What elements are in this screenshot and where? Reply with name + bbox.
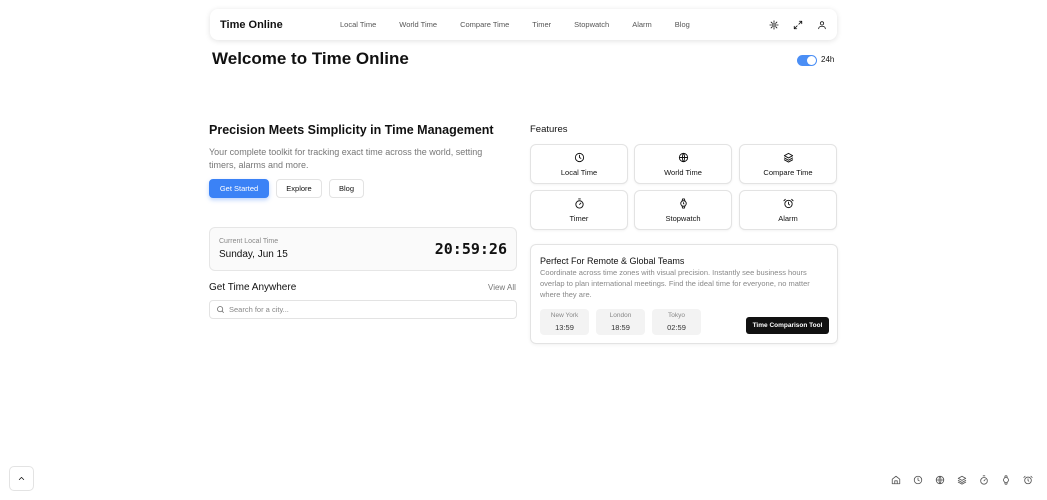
feature-timer[interactable]: Timer <box>530 190 628 230</box>
feature-label: Compare Time <box>763 167 813 177</box>
scroll-to-top-button[interactable] <box>9 466 34 491</box>
bottom-toolbar <box>891 475 1033 485</box>
feature-compare-time[interactable]: Compare Time <box>739 144 837 184</box>
timer-icon[interactable] <box>979 475 989 485</box>
clock-time: 20:59:26 <box>434 240 507 258</box>
nav-blog[interactable]: Blog <box>675 20 690 29</box>
feature-label: Timer <box>569 213 589 223</box>
brand-logo[interactable]: Time Online <box>220 19 340 31</box>
local-time-card: Current Local Time Sunday, Jun 15 20:59:… <box>209 227 517 271</box>
explore-button[interactable]: Explore <box>276 179 322 198</box>
theme-toggle-icon[interactable] <box>769 19 779 30</box>
layers-icon[interactable] <box>957 475 967 485</box>
blog-button[interactable]: Blog <box>329 179 364 198</box>
top-nav: Time Online Local Time World Time Compar… <box>210 9 837 40</box>
nav-compare-time[interactable]: Compare Time <box>460 20 509 29</box>
nav-alarm[interactable]: Alarm <box>632 20 652 29</box>
time-comparison-tool-button[interactable]: Time Comparison Tool <box>746 317 829 334</box>
nav-stopwatch[interactable]: Stopwatch <box>574 20 609 29</box>
city-new-york: New York 13:59 <box>540 309 589 335</box>
feature-label: Stopwatch <box>665 213 701 223</box>
layers-icon <box>783 152 793 163</box>
globe-icon[interactable] <box>935 475 945 485</box>
feature-alarm[interactable]: Alarm <box>739 190 837 230</box>
get-started-button[interactable]: Get Started <box>209 179 269 198</box>
nav-local-time[interactable]: Local Time <box>340 20 376 29</box>
alarm-clock-icon <box>782 198 794 208</box>
search-icon <box>217 306 224 313</box>
search-placeholder: Search for a city... <box>229 305 289 314</box>
clock-date: Sunday, Jun 15 <box>219 249 288 260</box>
hero-description: Your complete toolkit for tracking exact… <box>209 147 483 170</box>
feature-label: Alarm <box>778 213 798 223</box>
feature-label: Local Time <box>560 167 598 177</box>
city-search-input[interactable]: Search for a city... <box>209 300 517 319</box>
city-london: London 18:59 <box>596 309 645 335</box>
24h-label: 24h <box>821 55 835 64</box>
page-title: Welcome to Time Online <box>212 49 409 68</box>
globe-icon <box>678 152 688 162</box>
feature-stopwatch[interactable]: Stopwatch <box>634 190 732 230</box>
feature-label: World Time <box>664 167 702 177</box>
teams-card: Perfect For Remote & Global Teams Coordi… <box>530 244 838 344</box>
anywhere-title: Get Time Anywhere <box>209 282 297 293</box>
clock-icon <box>574 152 584 162</box>
timer-icon <box>574 197 584 209</box>
alarm-clock-icon[interactable] <box>1023 475 1033 485</box>
city-tokyo: Tokyo 02:59 <box>652 309 701 335</box>
city-time: 02:59 <box>667 323 686 332</box>
feature-local-time[interactable]: Local Time <box>530 144 628 184</box>
watch-icon[interactable] <box>1001 475 1011 485</box>
features-title: Features <box>530 124 568 135</box>
chevron-up-icon <box>18 477 25 480</box>
24h-toggle[interactable] <box>797 55 817 66</box>
teams-title: Perfect For Remote & Global Teams <box>540 256 685 266</box>
clock-label: Current Local Time <box>219 238 279 245</box>
city-time: 13:59 <box>555 323 574 332</box>
watch-icon <box>679 197 687 209</box>
city-name: Tokyo <box>668 312 685 319</box>
fullscreen-icon[interactable] <box>793 20 803 30</box>
nav-world-time[interactable]: World Time <box>399 20 437 29</box>
hero-title: Precision Meets Simplicity in Time Manag… <box>209 123 494 137</box>
home-icon[interactable] <box>891 475 901 485</box>
feature-world-time[interactable]: World Time <box>634 144 732 184</box>
teams-description: Coordinate across time zones with visual… <box>540 268 810 299</box>
city-name: London <box>609 312 632 319</box>
user-icon[interactable] <box>817 20 827 30</box>
view-all-link[interactable]: View All <box>488 283 516 292</box>
city-time: 18:59 <box>611 323 630 332</box>
city-name: New York <box>550 312 579 319</box>
nav-timer[interactable]: Timer <box>532 20 551 29</box>
clock-icon[interactable] <box>913 475 923 485</box>
